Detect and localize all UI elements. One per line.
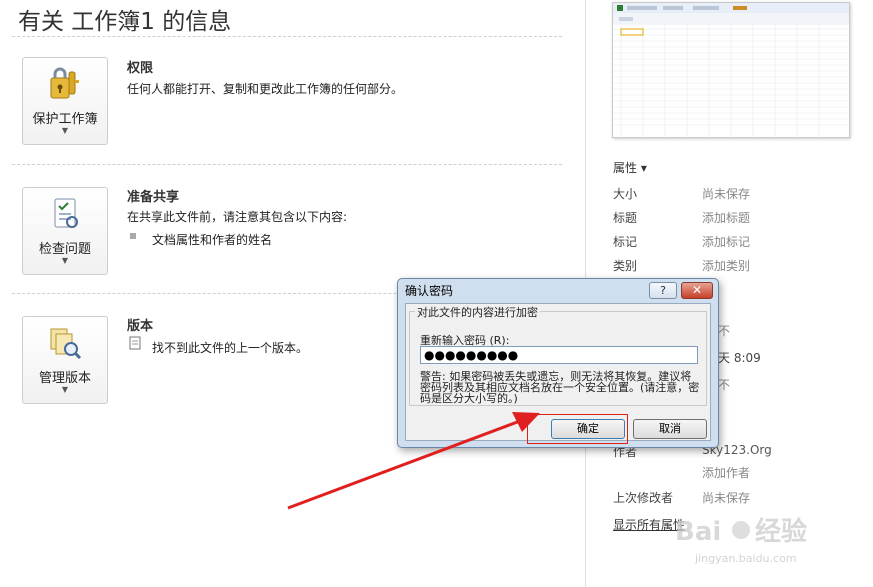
svg-text:经验: 经验 — [755, 516, 807, 547]
baidu-watermark-logo: Bai 经验 jingyan.baidu.com — [675, 516, 807, 565]
annotation-arrow — [287, 412, 540, 510]
svg-text:jingyan.baidu.com: jingyan.baidu.com — [694, 552, 797, 565]
svg-text:Bai: Bai — [675, 517, 721, 547]
